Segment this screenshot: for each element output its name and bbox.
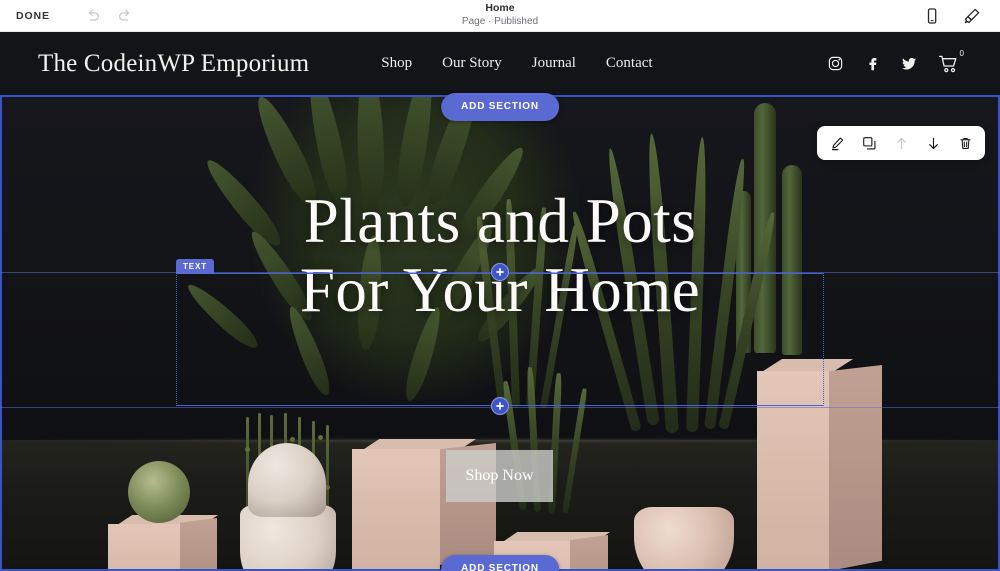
undo-icon[interactable] <box>84 7 102 25</box>
facebook-icon[interactable] <box>864 55 881 72</box>
nav-item-our-story[interactable]: Our Story <box>442 55 502 72</box>
add-element-below-handle[interactable] <box>491 397 509 415</box>
move-down-icon[interactable] <box>919 129 947 157</box>
shop-now-button[interactable]: Shop Now <box>446 450 553 502</box>
text-element-selection-box[interactable]: TEXT <box>176 259 824 406</box>
page-status: Page · Published <box>461 16 539 27</box>
nav-item-shop[interactable]: Shop <box>381 55 412 72</box>
section-floating-toolbar <box>817 126 985 160</box>
editor-bar-right-controls <box>922 6 982 26</box>
editor-canvas: The CodeinWP Emporium Shop Our Story Jou… <box>0 32 1000 571</box>
cart-count-badge: 0 <box>959 48 964 58</box>
twitter-icon[interactable] <box>901 55 918 72</box>
paintbrush-icon[interactable] <box>962 6 982 26</box>
element-type-badge: TEXT <box>176 259 215 274</box>
nav-item-contact[interactable]: Contact <box>606 55 653 72</box>
add-element-above-handle[interactable] <box>491 263 509 281</box>
site-navigation: Shop Our Story Journal Contact <box>381 55 652 72</box>
hero-section[interactable]: Plants and Pots For Your Home Shop Now T… <box>0 95 1000 571</box>
site-header-right: 0 <box>827 48 964 75</box>
nav-item-journal[interactable]: Journal <box>532 55 576 72</box>
done-button[interactable]: DONE <box>14 6 52 26</box>
shopping-cart-icon[interactable]: 0 <box>938 48 964 75</box>
site-brand[interactable]: The CodeinWP Emporium <box>38 50 309 78</box>
duplicate-icon[interactable] <box>855 129 883 157</box>
edit-icon[interactable] <box>823 129 851 157</box>
add-section-button-top[interactable]: ADD SECTION <box>441 93 559 121</box>
site-header: The CodeinWP Emporium Shop Our Story Jou… <box>0 32 1000 95</box>
history-controls <box>84 7 134 25</box>
trash-icon[interactable] <box>951 129 979 157</box>
instagram-icon[interactable] <box>827 55 844 72</box>
redo-icon[interactable] <box>116 7 134 25</box>
page-meta: Home Page · Published <box>0 2 1000 28</box>
mobile-device-icon[interactable] <box>922 6 942 26</box>
move-up-icon <box>887 129 915 157</box>
add-section-button-bottom[interactable]: ADD SECTION <box>441 555 559 571</box>
page-title: Home <box>485 2 515 14</box>
editor-top-bar: DONE Home Page · Published <box>0 0 1000 32</box>
